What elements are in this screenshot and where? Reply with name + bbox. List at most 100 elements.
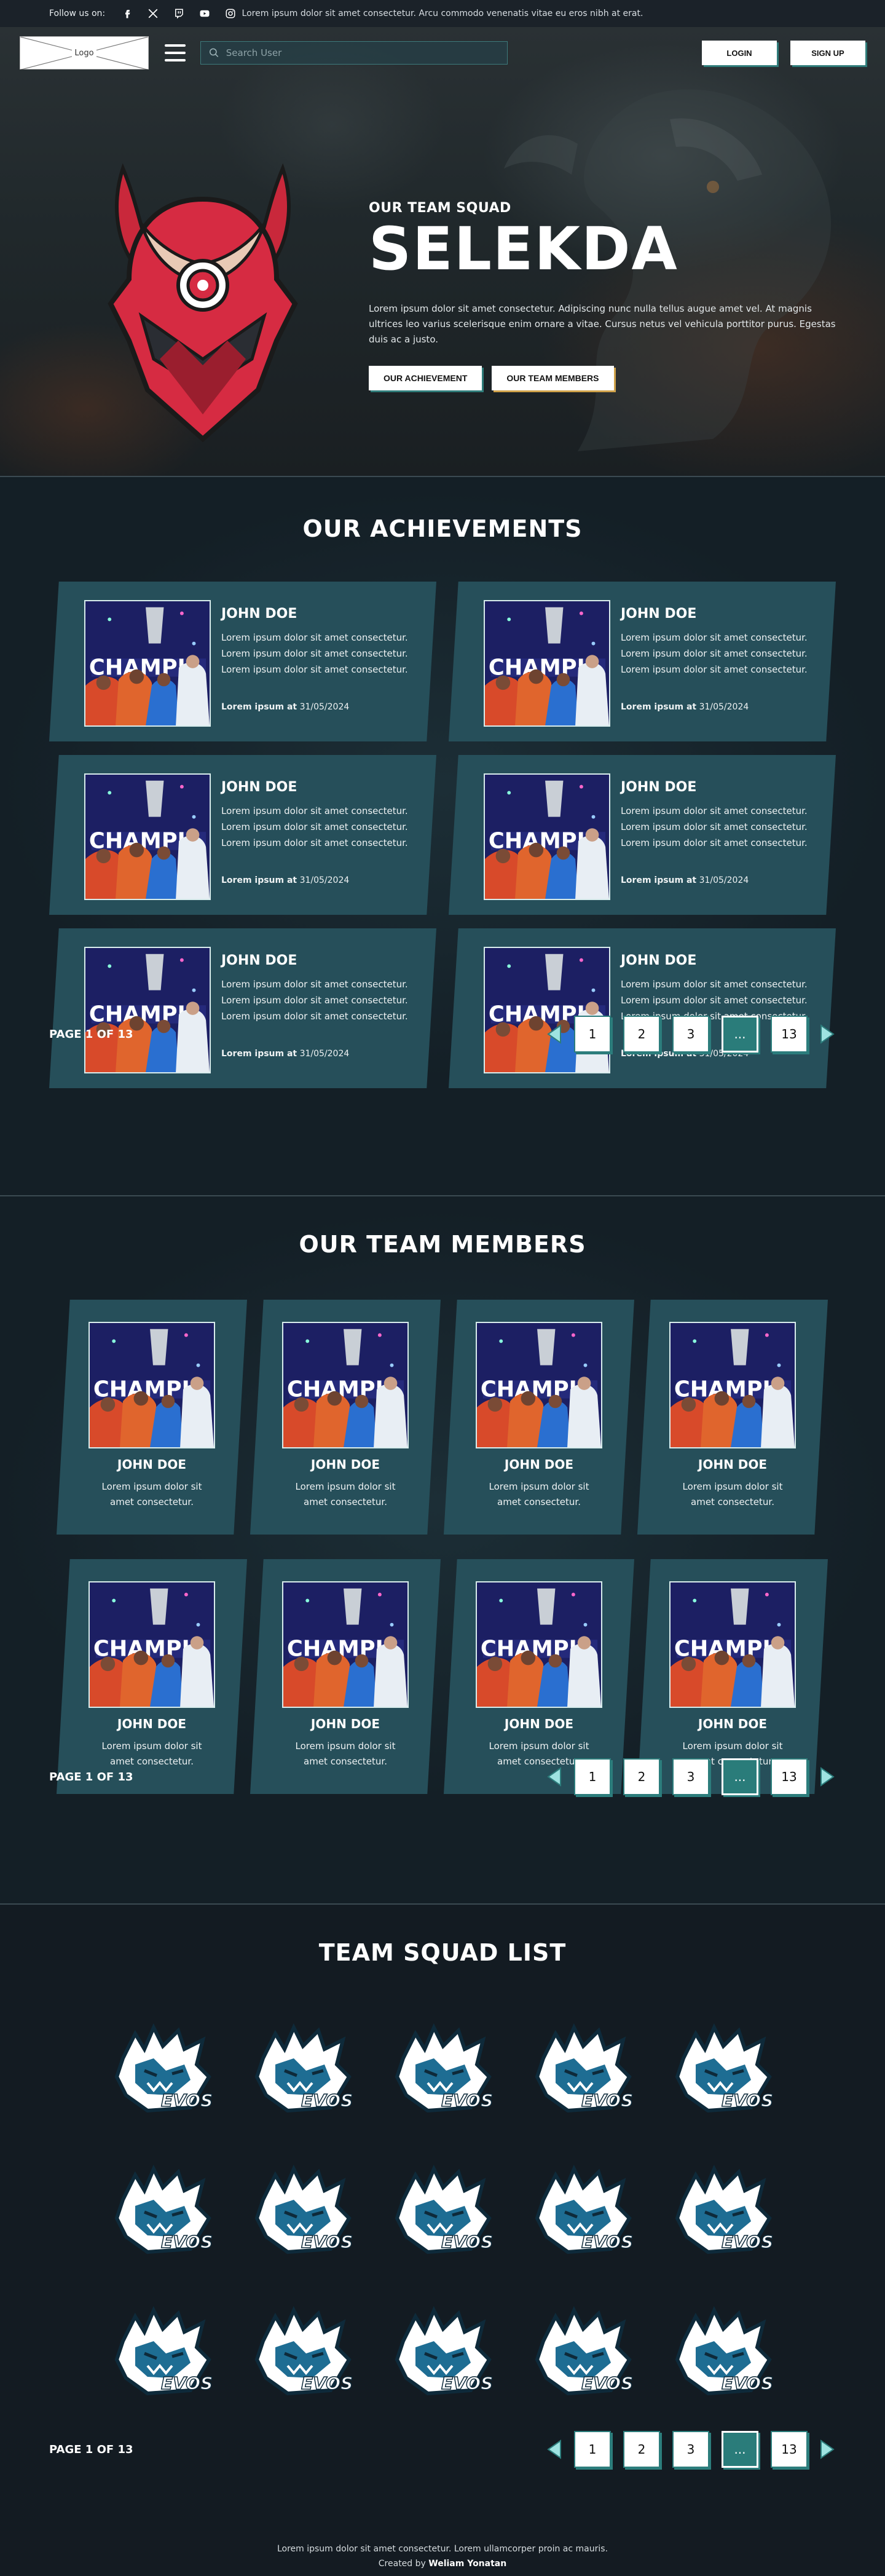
squad-team-logo[interactable]: EVOS [391, 2163, 495, 2255]
footer-text: Lorem ipsum dolor sit amet consectetur. … [277, 2544, 608, 2554]
page-button[interactable]: 2 [623, 1016, 660, 1053]
member-photo: CHAMPI [88, 1581, 215, 1708]
members-pagination: PAGE 1 OF 13 1 2 3... 13 [49, 1758, 836, 1795]
squad-team-logo[interactable]: EVOS [251, 2163, 355, 2255]
next-page-icon[interactable] [820, 1767, 836, 1787]
achievement-date-label: Lorem ipsum at [621, 875, 697, 885]
page-button[interactable]: 3 [672, 1016, 709, 1053]
hero-section: Logo LOGIN SIGN UP OUR TEAM SQUAD SELEKD… [0, 27, 885, 476]
team-squad-title: TEAM SQUAD LIST [318, 1939, 567, 1966]
page-button[interactable]: 3 [672, 1758, 709, 1795]
achievement-card[interactable]: CHAMPI JOHN DOE Lorem ipsum dolor sit amet… [449, 582, 836, 741]
logo-label: Logo [72, 48, 96, 58]
social-links [121, 7, 237, 20]
next-page-icon[interactable] [820, 1024, 836, 1044]
squad-team-logo[interactable]: EVOS [111, 2021, 215, 2114]
evos-logo-text: EVOS [722, 2373, 773, 2393]
evos-logo-text: EVOS [722, 2232, 773, 2252]
achievement-card[interactable]: CHAMPI JOHN DOE Lorem ipsum dolor sit amet… [449, 755, 836, 915]
page-indicator: PAGE 1 OF 13 [49, 1770, 133, 1784]
evos-logo-text: EVOS [722, 2090, 773, 2111]
achievement-name: JOHN DOE [221, 606, 297, 622]
search-bar [200, 41, 508, 65]
search-input[interactable] [226, 47, 500, 58]
achievement-photo: CHAMPI [84, 773, 211, 900]
prev-page-icon[interactable] [546, 2440, 562, 2459]
achievement-name: JOHN DOE [621, 780, 697, 795]
signup-button[interactable]: SIGN UP [790, 41, 865, 65]
achievement-date: Lorem ipsum at 31/05/2024 [221, 702, 349, 712]
facebook-icon[interactable] [121, 7, 133, 20]
achievement-date-value: 31/05/2024 [699, 875, 749, 885]
team-members-section: OUR TEAM MEMBERS CHAMPI JOHN DOE Lorem ips… [0, 1195, 885, 1903]
page-button[interactable]: ... [722, 1758, 758, 1795]
top-bar: Follow us on: Lorem ipsum dolor sit amet… [0, 0, 885, 27]
member-description: Lorem ipsum dolor sit amet consectetur. [682, 1481, 783, 1507]
team-member-card[interactable]: CHAMPI JOHN DOE Lorem ipsum dolor sit amet… [637, 1300, 828, 1535]
team-member-card[interactable]: CHAMPI JOHN DOE Lorem ipsum dolor sit amet… [444, 1300, 634, 1535]
achievement-card[interactable]: CHAMPI JOHN DOE Lorem ipsum dolor sit amet… [49, 928, 436, 1088]
evos-logo-text: EVOS [441, 2232, 493, 2252]
menu-icon[interactable] [165, 44, 186, 61]
achievements-title: OUR ACHIEVEMENTS [302, 515, 583, 542]
squad-team-logo[interactable]: EVOS [671, 2163, 776, 2255]
evos-logo-text: EVOS [161, 2090, 213, 2111]
squad-team-logo[interactable]: EVOS [111, 2304, 215, 2396]
instagram-icon[interactable] [224, 7, 237, 20]
page-button[interactable]: 13 [771, 2431, 808, 2468]
squad-team-logo[interactable]: EVOS [111, 2163, 215, 2255]
page-button[interactable]: ... [722, 2431, 758, 2468]
login-button[interactable]: LOGIN [702, 41, 777, 65]
achievement-photo: CHAMPI [84, 600, 211, 727]
squad-team-logo[interactable]: EVOS [671, 2304, 776, 2396]
page-button[interactable]: 13 [771, 1016, 808, 1053]
achievement-card[interactable]: CHAMPI JOHN DOE Lorem ipsum dolor sit amet… [449, 928, 836, 1088]
hero-subtitle: OUR TEAM SQUAD [369, 200, 511, 216]
member-name: JOHN DOE [310, 1717, 380, 1731]
page-button[interactable]: 2 [623, 2431, 660, 2468]
squad-team-logo[interactable]: EVOS [251, 2304, 355, 2396]
member-photo: CHAMPI [282, 1322, 409, 1448]
page-button[interactable]: ... [722, 1016, 758, 1053]
footer-author[interactable]: Weliam Yonatan [428, 2559, 506, 2569]
squad-team-logo[interactable]: EVOS [671, 2021, 776, 2114]
member-description: Lorem ipsum dolor sit amet consectetur. [295, 1481, 396, 1507]
achievement-card[interactable]: CHAMPI JOHN DOE Lorem ipsum dolor sit amet… [49, 755, 436, 915]
squad-team-logo[interactable]: EVOS [391, 2021, 495, 2114]
member-description: Lorem ipsum dolor sit amet consectetur. [489, 1481, 589, 1507]
achievements-pagination: PAGE 1 OF 13 1 2 3... 13 [49, 1016, 836, 1053]
hero-description: Lorem ipsum dolor sit amet consectetur. … [369, 302, 836, 345]
achievement-date-label: Lorem ipsum at [621, 702, 697, 712]
evos-logo-text: EVOS [581, 2090, 633, 2111]
page-button[interactable]: 13 [771, 1758, 808, 1795]
achievement-date-label: Lorem ipsum at [221, 702, 297, 712]
next-page-icon[interactable] [820, 2440, 836, 2459]
squad-team-logo[interactable]: EVOS [531, 2021, 635, 2114]
prev-page-icon[interactable] [546, 1024, 562, 1044]
squad-team-logo[interactable]: EVOS [251, 2021, 355, 2114]
page-button[interactable]: 3 [672, 2431, 709, 2468]
team-member-card[interactable]: CHAMPI JOHN DOE Lorem ipsum dolor sit amet… [250, 1300, 441, 1535]
page-button[interactable]: 1 [574, 2431, 611, 2468]
page-button[interactable]: 1 [574, 1758, 611, 1795]
our-achievement-button[interactable]: OUR ACHIEVEMENT [369, 365, 482, 390]
achievement-date-value: 31/05/2024 [299, 702, 350, 712]
prev-page-icon[interactable] [546, 1767, 562, 1787]
youtube-icon[interactable] [199, 7, 211, 20]
x-icon[interactable] [147, 7, 159, 20]
team-squad-section: TEAM SQUAD LIST EVOS EVOS EVOS EVOS EVOS EVOS… [0, 1903, 885, 2531]
page-button[interactable]: 2 [623, 1758, 660, 1795]
twitch-icon[interactable] [173, 7, 185, 20]
hero-content: OUR TEAM SQUAD SELEKDA Lorem ipsum dolor… [369, 200, 836, 390]
squad-team-logo[interactable]: EVOS [391, 2304, 495, 2396]
achievement-photo: CHAMPI [84, 947, 211, 1073]
site-logo[interactable]: Logo [20, 36, 149, 70]
footer: Lorem ipsum dolor sit amet consectetur. … [0, 2531, 885, 2576]
team-members-title: OUR TEAM MEMBERS [299, 1231, 586, 1258]
squad-team-logo[interactable]: EVOS [531, 2163, 635, 2255]
squad-team-logo[interactable]: EVOS [531, 2304, 635, 2396]
achievement-card[interactable]: CHAMPI JOHN DOE Lorem ipsum dolor sit amet… [49, 582, 436, 741]
our-team-members-button[interactable]: OUR TEAM MEMBERS [492, 365, 614, 390]
page-button[interactable]: 1 [574, 1016, 611, 1053]
team-member-card[interactable]: CHAMPI JOHN DOE Lorem ipsum dolor sit amet… [57, 1300, 247, 1535]
